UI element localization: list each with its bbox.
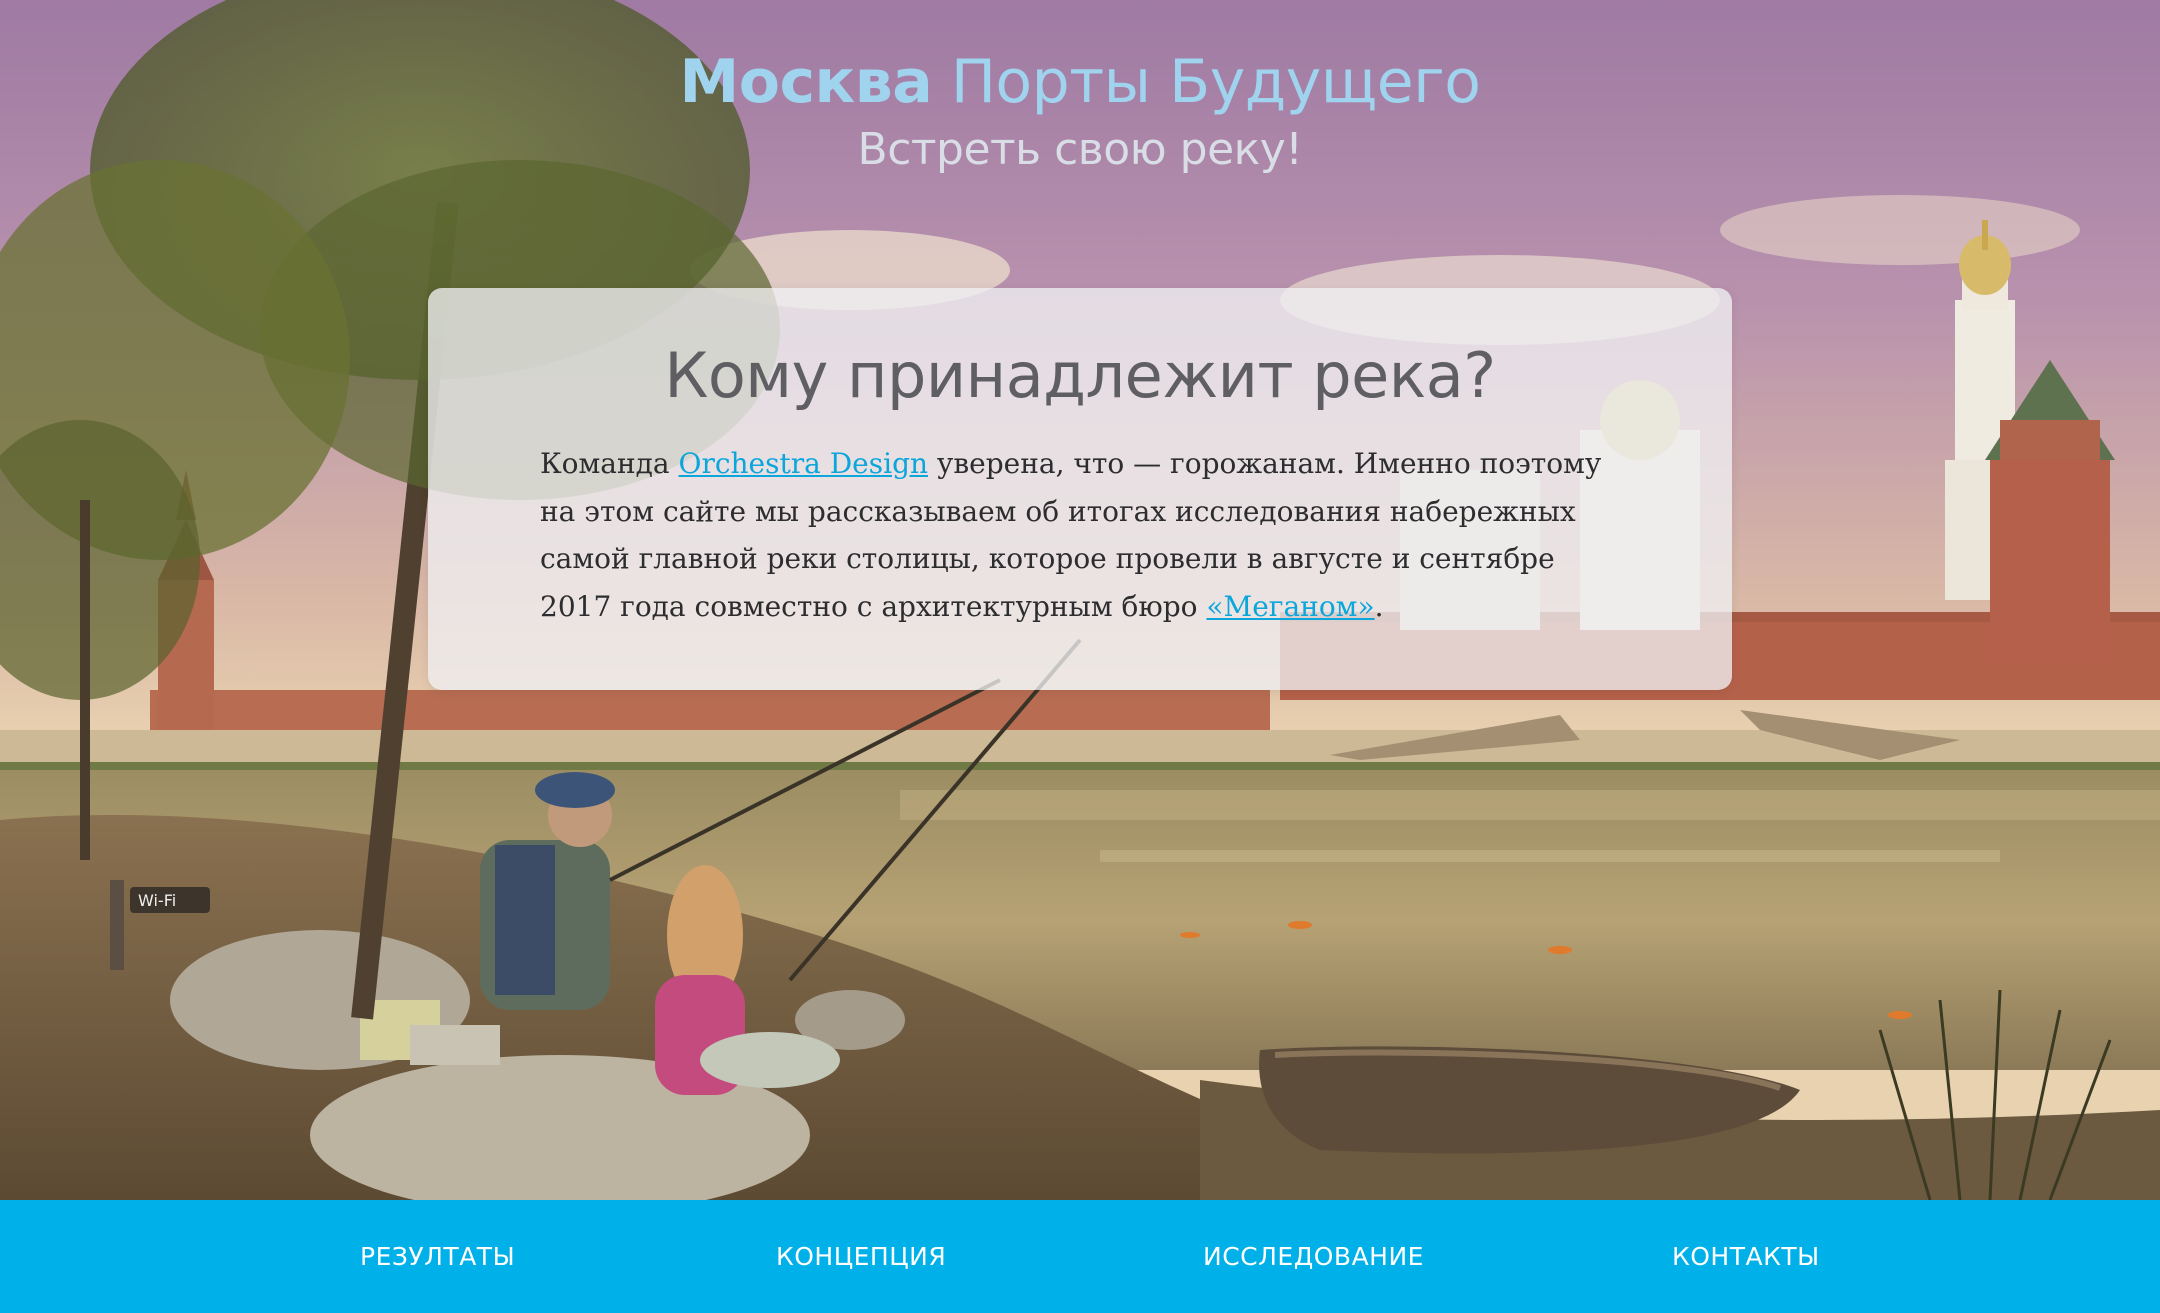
intro-card: Кому принадлежит река? Команда Orchestra… [428, 288, 1732, 690]
nav-item-results[interactable]: РЕЗУЛТАТЫ [360, 1240, 515, 1274]
intro-text-3: . [1374, 589, 1384, 623]
meganom-link[interactable]: «Меганом» [1206, 590, 1374, 623]
site-subtitle: Встреть свою реку! [857, 124, 1303, 175]
intro-text-1: Команда [540, 447, 679, 480]
intro-paragraph: Команда Orchestra Design уверена, что — … [540, 440, 1630, 630]
site-title: Москва Порты Будущего [0, 42, 2160, 122]
site-title-name: Порты Будущего [950, 47, 1481, 117]
orchestra-design-link[interactable]: Orchestra Design [679, 447, 929, 480]
nav-item-research[interactable]: ИССЛЕДОВАНИЕ [1203, 1240, 1424, 1274]
bottom-navigation: РЕЗУЛТАТЫ КОНЦЕПЦИЯ ИССЛЕДОВАНИЕ КОНТАКТ… [0, 1200, 2160, 1313]
nav-item-contacts[interactable]: КОНТАКТЫ [1672, 1240, 1820, 1274]
wifi-sign-text: Wi-Fi [138, 891, 176, 910]
site-title-city: Москва [679, 47, 933, 117]
intro-heading: Кому принадлежит река? [664, 339, 1496, 412]
nav-item-concept[interactable]: КОНЦЕПЦИЯ [776, 1240, 946, 1274]
